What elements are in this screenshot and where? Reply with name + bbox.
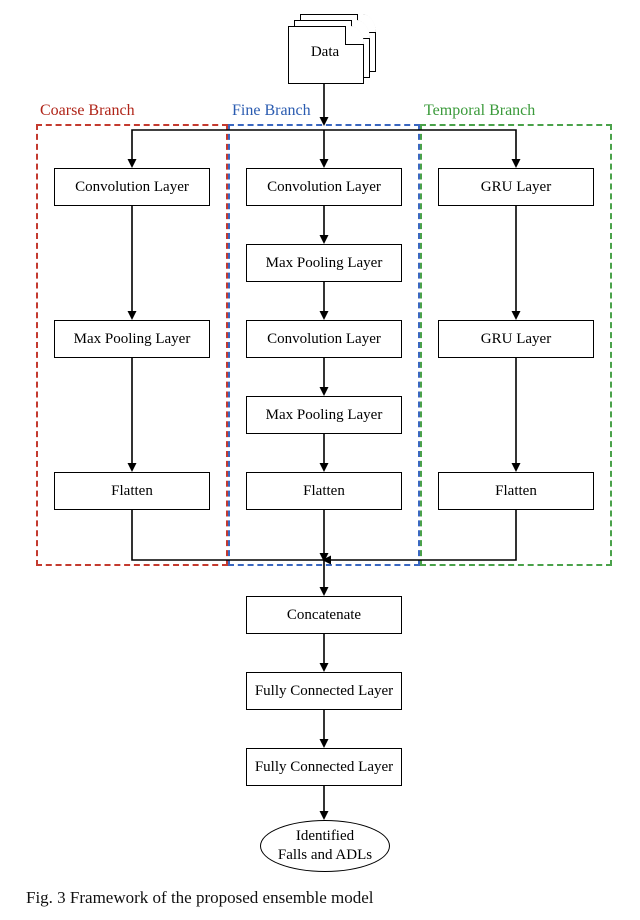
diagram-canvas: Coarse Branch Fine Branch Temporal Branc… xyxy=(0,0,640,920)
arrows-layer xyxy=(0,0,640,920)
